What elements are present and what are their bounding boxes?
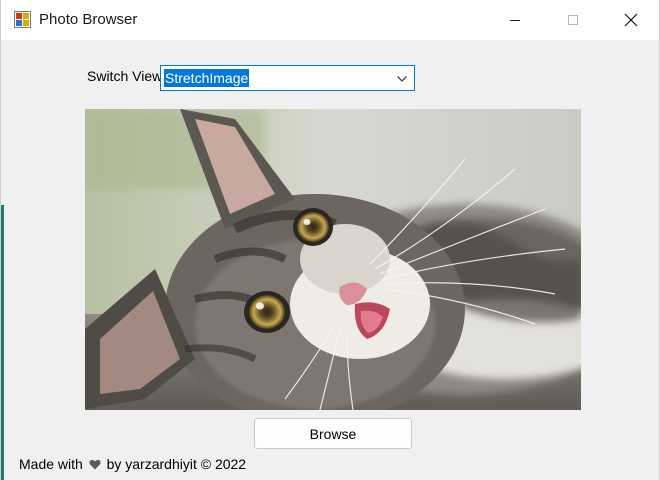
footer-credit: Made with by yarzardhiyit © 2022 [19,456,246,472]
photo-browser-window: Photo Browser Switch View StretchImage B… [0,0,660,480]
footer-made-with: Made with [19,456,83,472]
view-mode-selected-value[interactable]: StretchImage [164,69,250,87]
view-mode-dropdown[interactable]: StretchImage [160,65,415,91]
minimize-icon [510,20,520,21]
switch-view-label: Switch View [87,68,163,84]
title-bar[interactable]: Photo Browser [1,0,659,40]
browse-button[interactable]: Browse [254,418,412,449]
picture-box [85,109,581,410]
app-icon [14,11,31,28]
close-button[interactable] [608,0,654,40]
maximize-icon [568,15,578,25]
maximize-button[interactable] [550,0,596,40]
cat-photo-image [85,109,581,410]
close-icon [624,13,638,27]
minimize-button[interactable] [492,0,538,40]
footer-author: by yarzardhiyit © 2022 [106,456,247,472]
chevron-down-icon[interactable] [396,73,408,85]
heart-icon [89,459,101,470]
window-title: Photo Browser [39,11,138,28]
background-edge [1,205,4,480]
